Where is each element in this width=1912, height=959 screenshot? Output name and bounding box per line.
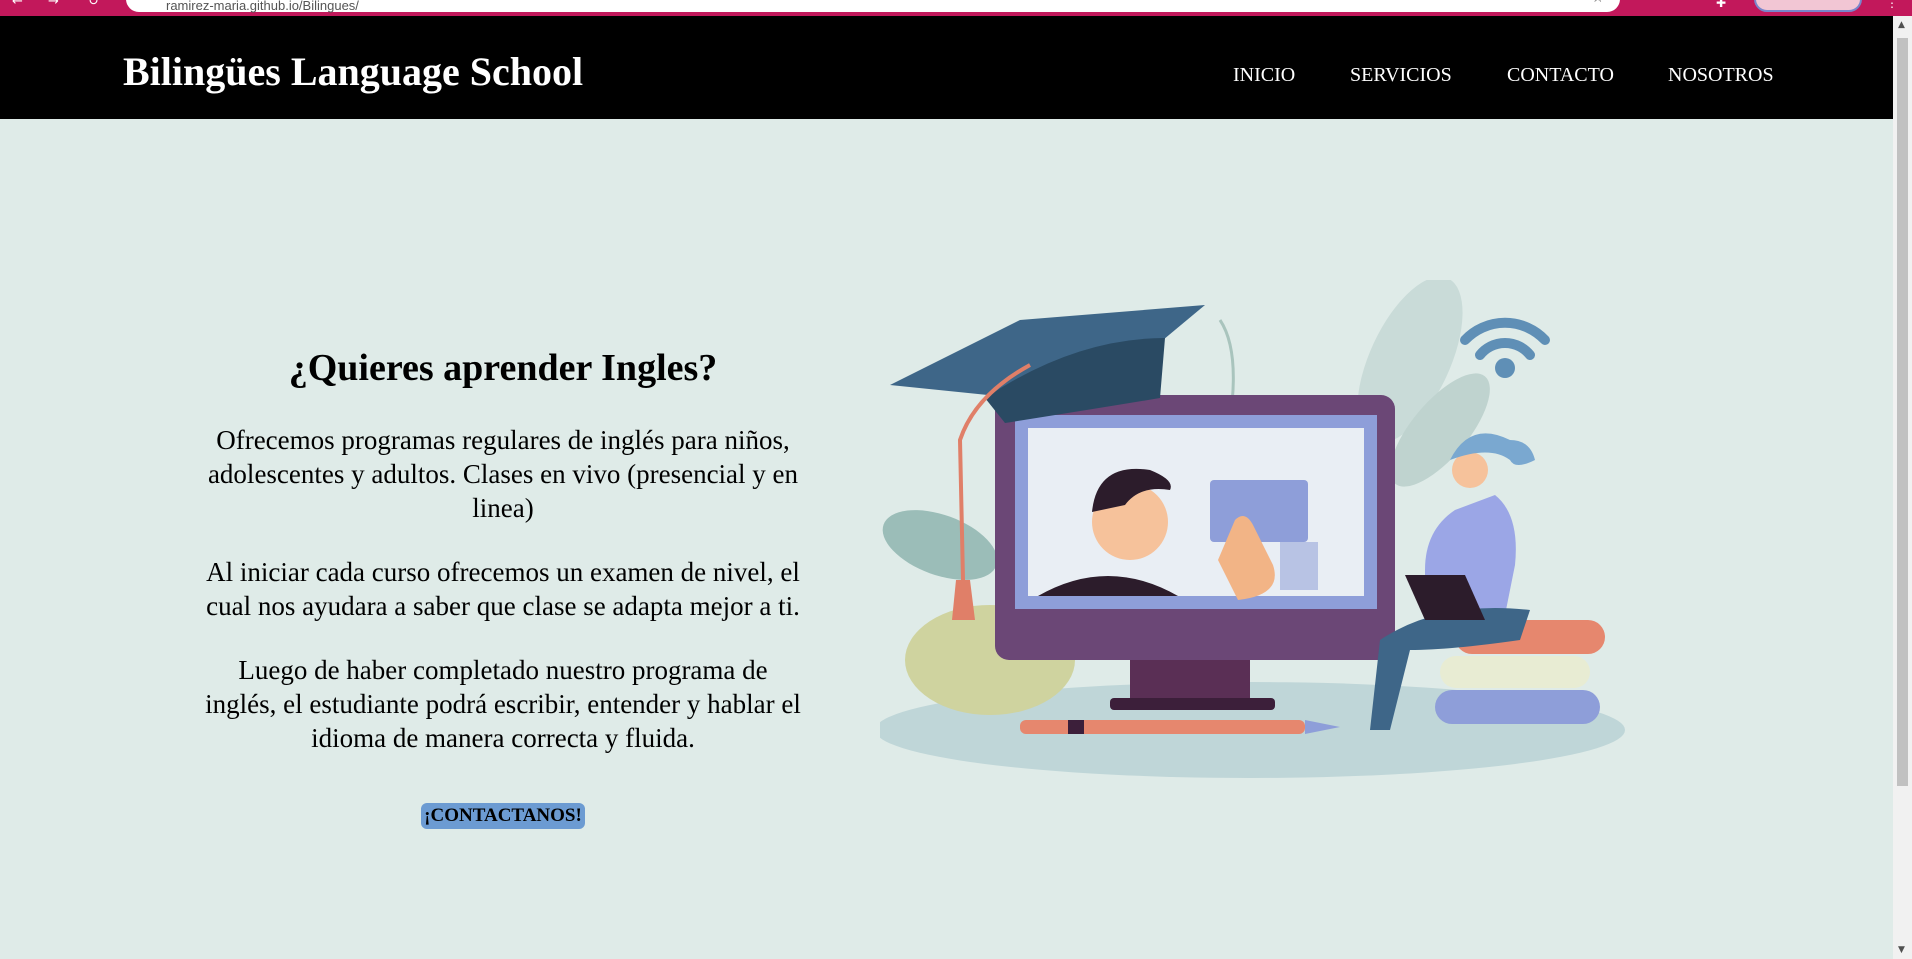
extensions-icon[interactable]: ✚ <box>1716 0 1726 10</box>
online-learning-illustration <box>880 280 1625 778</box>
hero-text-block: ¿Quieres aprender Ingles? Ofrecemos prog… <box>200 345 806 829</box>
nav-inicio[interactable]: INICIO <box>1233 64 1295 87</box>
monitor-stand <box>1110 698 1275 710</box>
brand-title[interactable]: Bilingües Language School <box>123 48 583 95</box>
screen-doc <box>1280 542 1318 590</box>
nav-contacto[interactable]: CONTACTO <box>1507 64 1614 87</box>
book-middle <box>1440 656 1590 688</box>
hero-paragraph-1: Ofrecemos programas regulares de inglés … <box>207 425 799 523</box>
wifi-icon <box>1460 317 1550 360</box>
back-icon[interactable]: ← <box>12 0 23 9</box>
address-bar[interactable]: ramirez-maria.github.io/Bilingues/ ☆ <box>126 0 1620 13</box>
pen-clip <box>1068 720 1084 734</box>
contact-button[interactable]: ¡CONTACTANOS! <box>421 803 585 829</box>
pen-body <box>1020 720 1305 734</box>
scroll-up-icon[interactable]: ▲ <box>1898 20 1905 30</box>
scroll-thumb[interactable] <box>1897 38 1908 786</box>
scroll-down-icon[interactable]: ▼ <box>1898 945 1905 955</box>
book-bottom <box>1435 690 1600 724</box>
hero-paragraph-3: Luego de haber completado nuestro progra… <box>205 655 801 753</box>
bookmark-star-icon[interactable]: ☆ <box>1591 0 1604 6</box>
site-header: Bilingües Language School INICIO SERVICI… <box>0 16 1893 119</box>
profile-avatar-icon[interactable] <box>1754 0 1862 12</box>
cap-tassel <box>952 580 975 620</box>
wifi-dot <box>1495 358 1515 378</box>
hero-title: ¿Quieres aprender Ingles? <box>288 347 718 389</box>
forward-icon[interactable]: → <box>48 0 59 9</box>
nav-nosotros[interactable]: NOSOTROS <box>1668 64 1774 87</box>
menu-icon[interactable]: ⋮ <box>1886 0 1898 10</box>
page-scrollbar[interactable]: ▲ ▼ <box>1893 16 1912 959</box>
screen-card <box>1210 480 1308 542</box>
browser-toolbar: ← → ↻ ramirez-maria.github.io/Bilingues/… <box>0 0 1912 16</box>
hero-paragraph-2: Al iniciar cada curso ofrecemos un exame… <box>206 557 800 621</box>
reload-icon[interactable]: ↻ <box>88 0 99 9</box>
nav-servicios[interactable]: SERVICIOS <box>1350 64 1452 87</box>
leaf-shape <box>882 510 998 580</box>
address-bar-url: ramirez-maria.github.io/Bilingues/ <box>166 0 359 13</box>
